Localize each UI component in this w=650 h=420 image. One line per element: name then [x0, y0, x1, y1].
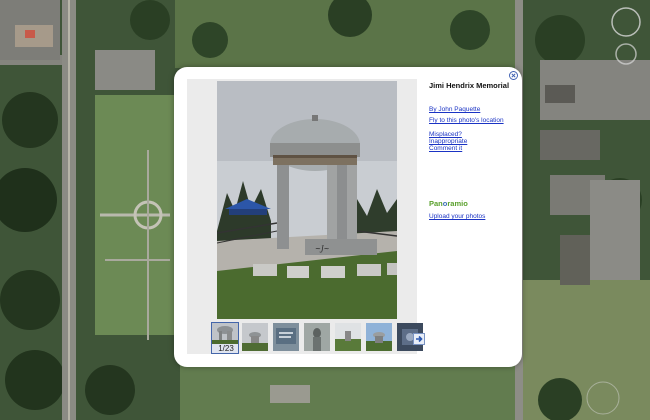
thumbnail-memorial[interactable]: 1/23 — [211, 322, 239, 354]
thumbnail-plaque[interactable] — [273, 323, 299, 351]
photo-info-panel: Jimi Hendrix Memorial By John Paquette F… — [429, 79, 517, 220]
thumbnail-statue[interactable] — [304, 323, 330, 351]
svg-text:~J~: ~J~ — [315, 245, 330, 253]
photo-viewer: ~J~ 1/23 — [187, 79, 423, 354]
comment-link[interactable]: Comment it — [429, 145, 462, 153]
thumbnail-strip: 1/23 — [211, 322, 435, 354]
fly-to-location-link[interactable]: Fly to this photo's location — [429, 117, 504, 125]
upload-photos-link[interactable]: Upload your photos — [429, 213, 485, 221]
next-arrow-icon[interactable] — [413, 333, 425, 345]
photo-counter: 1/23 — [212, 344, 238, 353]
panoramio-logo[interactable]: Panoramio — [429, 199, 468, 208]
photo-popup: ~J~ 1/23 Jimi Hendrix Memorial By John P… — [174, 67, 522, 367]
author-link[interactable]: By John Paquette — [429, 106, 480, 114]
main-photo[interactable]: ~J~ — [217, 81, 397, 319]
thumbnail-memorial-far[interactable] — [242, 323, 268, 351]
photo-title: Jimi Hendrix Memorial — [429, 81, 510, 90]
thumbnail-grounds[interactable] — [335, 323, 361, 351]
thumbnail-memorial-sky[interactable] — [366, 323, 392, 351]
